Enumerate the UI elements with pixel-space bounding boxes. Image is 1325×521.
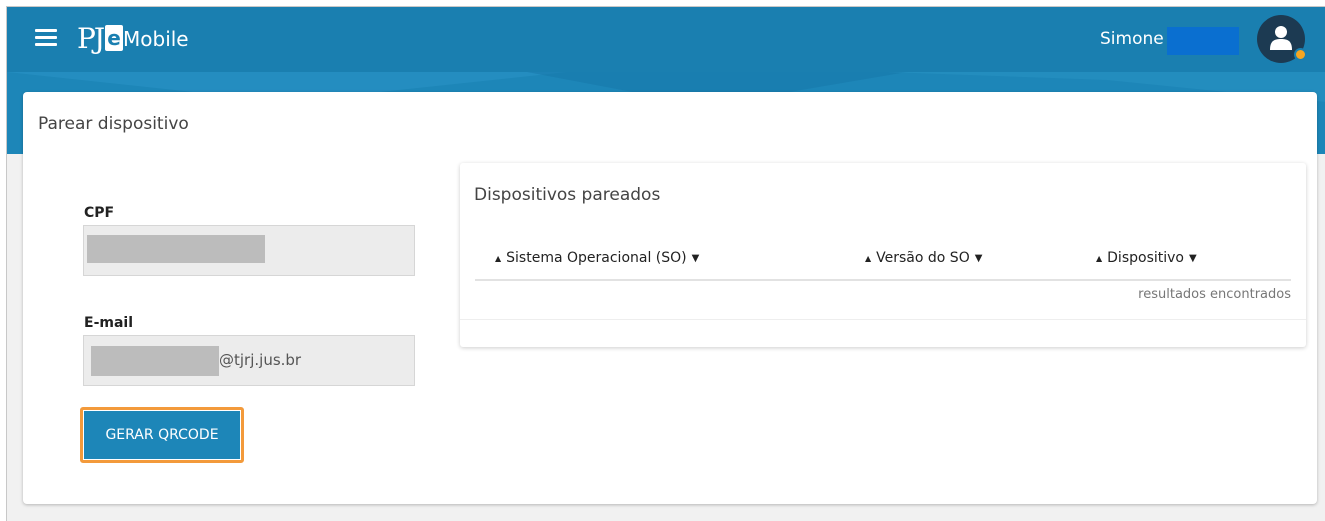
column-header-device[interactable]: ▲ Dispositivo ▼ <box>1096 250 1197 266</box>
caret-down-icon: ▼ <box>691 252 700 264</box>
person-icon <box>1270 26 1292 50</box>
column-label: Sistema Operacional (SO) <box>506 250 687 266</box>
app-frame: PJ e Mobile Simone Parear dispositivo CP… <box>6 6 1325 521</box>
hamburger-menu-icon[interactable] <box>35 29 57 47</box>
panel-footer-divider <box>460 319 1306 320</box>
pairing-card: Parear dispositivo CPF E-mail @tjrj.jus.… <box>23 92 1317 504</box>
user-name[interactable]: Simone <box>1100 29 1164 49</box>
column-header-os[interactable]: ▲ Sistema Operacional (SO) ▼ <box>495 250 699 266</box>
cpf-label: CPF <box>84 205 115 221</box>
email-field[interactable]: @tjrj.jus.br <box>83 335 415 386</box>
column-header-os-version[interactable]: ▲ Versão do SO ▼ <box>865 250 982 266</box>
column-label: Versão do SO <box>876 250 970 266</box>
cpf-field[interactable] <box>83 225 415 276</box>
email-label: E-mail <box>84 315 134 331</box>
column-label: Dispositivo <box>1107 250 1184 266</box>
panel-title: Dispositivos pareados <box>474 185 661 205</box>
pje-logo[interactable]: PJ e <box>77 21 124 55</box>
redacted-cpf <box>87 235 265 263</box>
redacted-surname <box>1167 27 1239 55</box>
caret-down-icon: ▼ <box>1189 252 1197 264</box>
caret-down-icon: ▼ <box>974 252 983 264</box>
generate-qrcode-button[interactable]: GERAR QRCODE <box>84 411 240 459</box>
redacted-email <box>91 346 219 376</box>
app-name: Mobile <box>123 27 189 51</box>
paired-devices-panel: Dispositivos pareados ▲ Sistema Operacio… <box>460 163 1306 347</box>
table-divider <box>475 279 1291 281</box>
results-count: resultados encontrados <box>1138 287 1291 302</box>
page-title: Parear dispositivo <box>38 114 189 134</box>
top-navbar: PJ e Mobile Simone <box>7 7 1325 72</box>
status-dot <box>1294 48 1307 61</box>
sort-up-icon: ▲ <box>495 253 502 263</box>
sort-up-icon: ▲ <box>865 253 872 263</box>
sort-up-icon: ▲ <box>1096 253 1103 263</box>
user-avatar-icon[interactable] <box>1257 15 1307 63</box>
logo-text: PJ <box>77 21 105 55</box>
email-domain: @tjrj.jus.br <box>219 351 302 369</box>
logo-e-mark: e <box>105 25 124 51</box>
